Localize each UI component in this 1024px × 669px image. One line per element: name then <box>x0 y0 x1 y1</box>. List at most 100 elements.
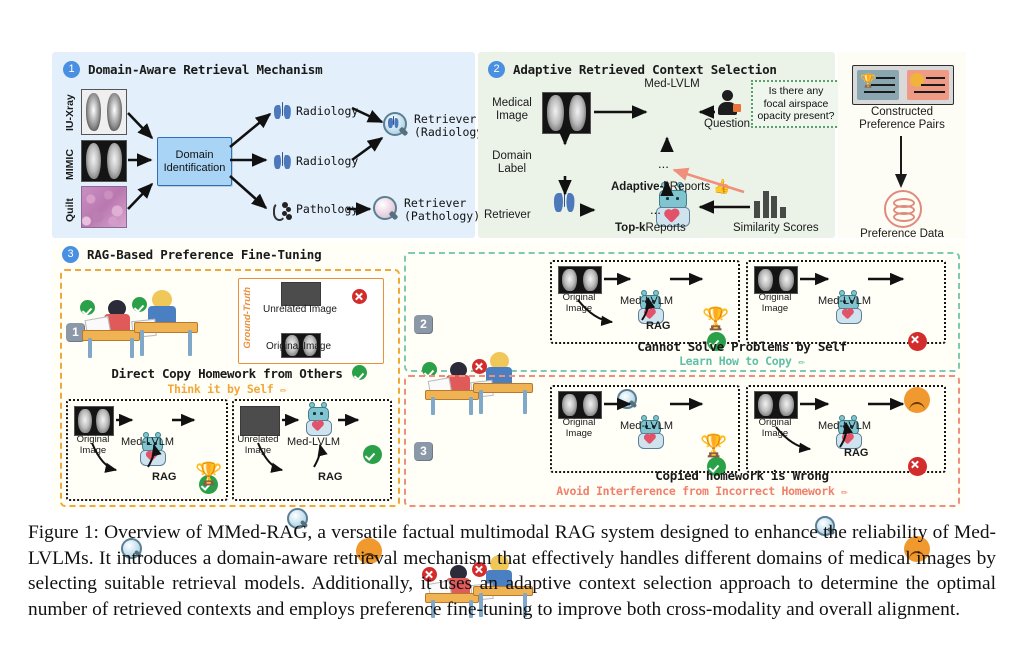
similarity-scores-chart <box>754 190 786 218</box>
case1-subcaption-text: Think it by Self <box>167 382 274 396</box>
adaptive-k-reports-label: Adaptive-k Reports 👍 <box>611 178 731 195</box>
flow-image-line1: Original <box>562 417 596 428</box>
gt-item-label: Original Image <box>266 341 332 352</box>
domain-label-radiology: Radiology <box>296 154 359 168</box>
panel-adaptive-context-selection: 2 Adaptive Retrieved Context Selection M… <box>478 52 841 483</box>
panel3-title: RAG-Based Preference Fine-Tuning <box>87 247 322 262</box>
chest-xray-image <box>754 391 798 419</box>
check-icon <box>363 445 382 464</box>
chest-xray-image <box>754 266 798 294</box>
domain-label-radiology: Radiology <box>296 104 359 118</box>
medical-image-line1: Medical <box>492 97 532 109</box>
similarity-scores-label: Similarity Scores <box>733 222 819 234</box>
thumbs-up-icon: 👍 <box>713 178 731 194</box>
magnifier-pathology-icon <box>372 196 400 224</box>
flow-model-label: Med-LVLM <box>287 436 340 448</box>
step-badge-3: 3 <box>62 246 79 263</box>
case2-flow-b: Original Image Med-LVLM <box>746 260 946 413</box>
step-badge-1: 1 <box>63 61 80 78</box>
flow-image-line1: Unrelated <box>237 434 279 445</box>
panel-domain-aware-retrieval: 1 Domain-Aware Retrieval Mechanism IU-Xr… <box>52 52 490 238</box>
panel1-header: 1 Domain-Aware Retrieval Mechanism <box>63 61 323 78</box>
magnifier-radiology-icon <box>382 112 410 140</box>
topk-rest: Reports <box>645 222 686 234</box>
flow-image-label: Original Image <box>554 417 604 439</box>
case2-tag: 2 <box>414 315 433 334</box>
medical-image-line2: Image <box>496 110 528 122</box>
flow-image-line1: Original <box>758 292 792 303</box>
chest-xray-image <box>558 391 602 419</box>
retriever-radiology: Retriever (Radiology) <box>382 112 490 140</box>
trophy-icon: 🏆 <box>195 461 223 486</box>
chest-xray-image <box>81 140 127 182</box>
retriever-pathology-line2: (Pathology) <box>404 209 481 223</box>
domain-output-radiology-1: Radiology <box>274 102 358 121</box>
preference-data-label: Preference Data <box>860 228 944 240</box>
preference-pairs-label: Constructed Preference Pairs <box>838 106 966 132</box>
unrelated-image <box>240 406 280 436</box>
case3-caption: Copied homework is Wrong <box>655 468 829 483</box>
chest-xray-image <box>74 406 114 436</box>
figure-caption: Figure 1: Overview of MMed-RAG, a versat… <box>28 522 996 620</box>
question-bubble: Is there any focal airspace opacity pres… <box>751 80 841 128</box>
flow-model-label: Med-LVLM <box>818 295 871 307</box>
source-label-quilt: Quilt <box>64 198 76 222</box>
case1-flow-b: Unrelated Image Med-LVLM RAG <box>232 399 392 564</box>
flow-image-line2: Image <box>244 445 272 456</box>
medical-image-label: Medical Image <box>484 97 540 123</box>
chest-xray-image <box>558 266 602 294</box>
lungs-icon <box>274 152 291 171</box>
dispreferred-card <box>907 70 949 100</box>
gt-item-label: Unrelated Image <box>263 304 337 315</box>
lungs-icon <box>274 102 291 121</box>
source-label-mimic: MIMIC <box>64 149 76 180</box>
med-lvlm-robot-icon <box>302 402 334 436</box>
flow-image-line1: Original <box>562 292 596 303</box>
case3-tag: 3 <box>414 442 433 461</box>
topk-bold: Top-k <box>615 222 646 234</box>
panel3-header: 3 RAG-Based Preference Fine-Tuning <box>62 246 322 263</box>
case1-caption: Direct Copy Homework from Others <box>111 366 343 381</box>
flow-image-label: Original Image <box>750 292 800 314</box>
figure-root: 1 Domain-Aware Retrieval Mechanism IU-Xr… <box>0 0 1024 669</box>
case2-subcaption-text: Learn How to Copy <box>679 354 792 368</box>
adaptive-k-rest: Reports <box>669 180 711 193</box>
topk-reports-label: Top-k Reports <box>615 222 686 234</box>
source-iu-xray: IU-Xray <box>64 89 127 135</box>
adaptive-reports-ellipsis: ... <box>658 156 669 171</box>
ground-truth-box: Ground-Truth Unrelated Image Original Im… <box>238 278 384 380</box>
rag-label: RAG <box>152 471 177 483</box>
preference-data-icon <box>884 190 922 228</box>
case1-flow-a: Original Image Med-LVLM RAG 🏆 <box>66 399 228 559</box>
students-scene <box>78 278 208 360</box>
flow-model-label: Med-LVLM <box>620 295 673 307</box>
source-label-iu-xray: IU-Xray <box>64 94 76 131</box>
flow-image-line2: Image <box>565 428 593 439</box>
panel-rag-preference-finetuning: 3 RAG-Based Preference Fine-Tuning 1 Gro… <box>52 242 966 618</box>
flow-image-line1: Original <box>758 417 792 428</box>
pathology-slide-image <box>81 186 127 228</box>
chest-xray-image <box>542 92 591 134</box>
rag-label: RAG <box>844 447 869 459</box>
case2-caption: Cannot Solve Problems by Self <box>637 339 847 354</box>
preference-pairs-line2: Preference Pairs <box>859 119 945 131</box>
domain-identification-box: Domain Identification <box>157 137 232 186</box>
similarity-bar <box>754 201 760 218</box>
ground-truth-label: Ground-Truth <box>242 287 253 349</box>
domain-identification-line1: Domain <box>175 148 214 161</box>
topk-reports-ellipsis: ... <box>650 202 661 217</box>
flow-model-label: Med-LVLM <box>121 436 174 448</box>
flow-image-label: Original Image <box>750 417 800 439</box>
flow-image-label: Original Image <box>554 292 604 314</box>
flow-image-line2: Image <box>565 303 593 314</box>
domain-label-line2: Label <box>497 163 527 175</box>
flow-image-line2: Image <box>79 445 107 456</box>
preference-pairs-line1: Constructed <box>870 106 933 118</box>
cross-icon <box>472 359 487 374</box>
med-lvlm-label: Med-LVLM <box>644 78 700 90</box>
flow-image-line2: Image <box>761 303 789 314</box>
case3-flow-b: Original Image Med-LVLM RAG <box>746 385 946 562</box>
pencil-icon: ✏ <box>798 354 805 368</box>
lungs-icon <box>554 190 575 214</box>
panel2-header: 2 Adaptive Retrieved Context Selection <box>488 61 777 78</box>
